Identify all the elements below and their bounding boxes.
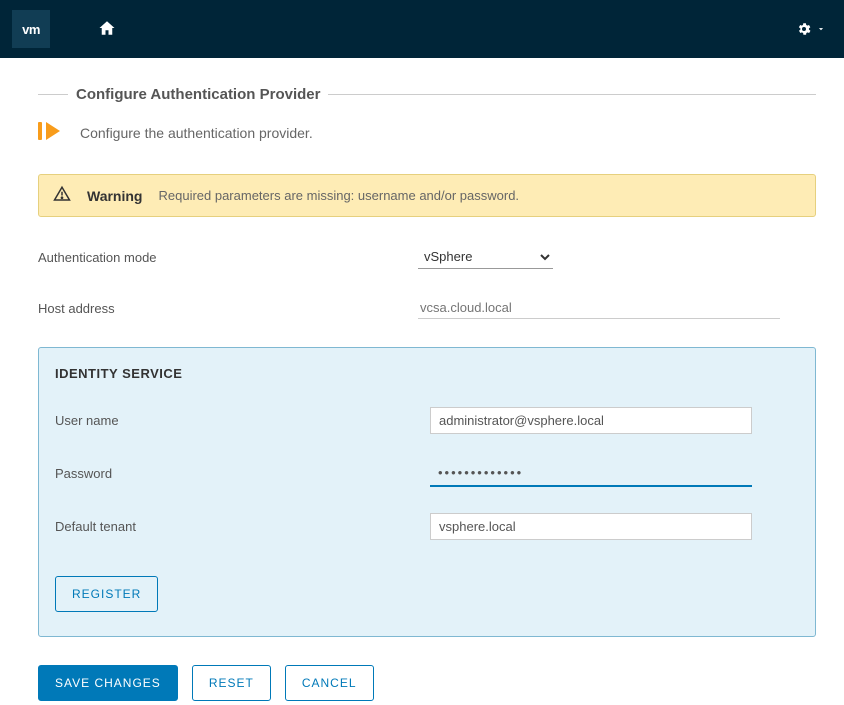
page-content: Configure Authentication Provider Config…: [0, 58, 844, 705]
tenant-row: Default tenant: [55, 513, 799, 540]
auth-mode-select[interactable]: vSphere: [418, 245, 553, 269]
warning-icon: [53, 185, 71, 206]
cancel-button[interactable]: CANCEL: [285, 665, 374, 701]
username-row: User name: [55, 407, 799, 434]
gear-icon: [796, 21, 812, 37]
tenant-label: Default tenant: [55, 519, 430, 534]
vmware-logo: vm: [12, 10, 50, 48]
warning-message: Required parameters are missing: usernam…: [158, 188, 519, 203]
password-row: Password: [55, 460, 799, 487]
content-scroll[interactable]: Configure Authentication Provider Config…: [0, 58, 844, 705]
action-buttons: SAVE CHANGES RESET CANCEL: [38, 665, 816, 701]
top-navbar: vm: [0, 0, 844, 58]
username-label: User name: [55, 413, 430, 428]
reset-button[interactable]: RESET: [192, 665, 271, 701]
host-address-input[interactable]: [418, 297, 780, 319]
page-subtitle: Configure the authentication provider.: [80, 125, 313, 141]
arrow-right-icon: [38, 119, 66, 146]
warning-title: Warning: [87, 188, 142, 204]
auth-mode-row: Authentication mode vSphere: [38, 245, 816, 269]
warning-alert: Warning Required parameters are missing:…: [38, 174, 816, 217]
subtitle-row: Configure the authentication provider.: [38, 119, 816, 146]
identity-service-panel: IDENTITY SERVICE User name Password Defa…: [38, 347, 816, 637]
host-address-row: Host address: [38, 297, 816, 319]
chevron-down-icon: [816, 24, 826, 34]
section-header: Configure Authentication Provider: [38, 86, 816, 103]
home-button[interactable]: [98, 19, 116, 40]
password-label: Password: [55, 466, 430, 481]
tenant-input[interactable]: [430, 513, 752, 540]
register-button[interactable]: REGISTER: [55, 576, 158, 612]
divider: [38, 94, 68, 95]
host-address-label: Host address: [38, 301, 418, 316]
identity-service-title: IDENTITY SERVICE: [55, 366, 799, 381]
divider: [328, 94, 816, 95]
home-icon: [98, 19, 116, 37]
settings-menu-button[interactable]: [796, 21, 826, 37]
page-title: Configure Authentication Provider: [76, 86, 320, 103]
username-input[interactable]: [430, 407, 752, 434]
save-changes-button[interactable]: SAVE CHANGES: [38, 665, 178, 701]
auth-mode-label: Authentication mode: [38, 250, 418, 265]
password-input[interactable]: [430, 460, 752, 487]
